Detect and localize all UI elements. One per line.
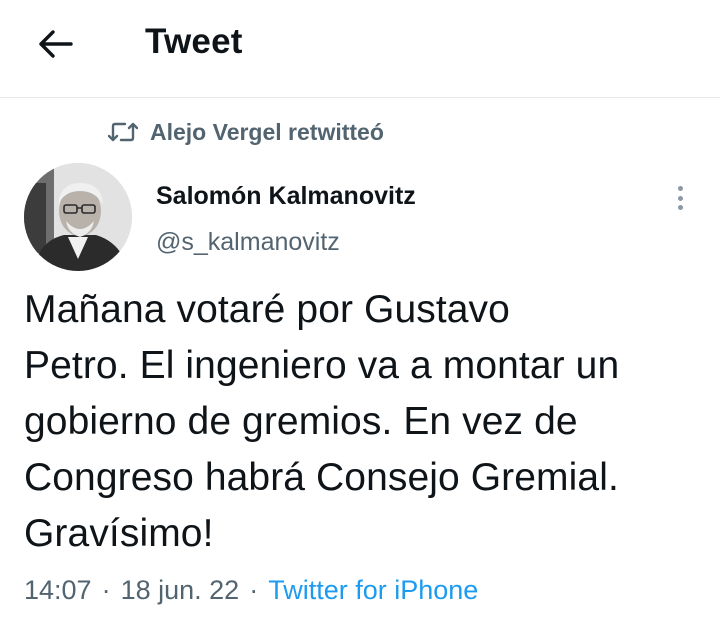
author-name[interactable]: Salomón Kalmanovitz	[156, 182, 416, 211]
retweet-label: Alejo Vergel retwitteó	[150, 118, 384, 145]
tweet-text: Mañana votaré por Gustavo Petro. El inge…	[24, 288, 620, 555]
meta-separator: ·	[101, 574, 111, 605]
arrow-left-icon	[39, 30, 73, 58]
more-dot-icon	[677, 186, 683, 191]
back-button[interactable]	[30, 22, 80, 66]
author-handle[interactable]: @s_kalmanovitz	[156, 228, 340, 257]
tweet-date[interactable]: 18 jun. 22	[121, 575, 240, 606]
retweet-icon	[108, 122, 138, 142]
tweet-metadata: 14:07 · 18 jun. 22 · Twitter for iPhone	[24, 570, 478, 610]
avatar-photo	[24, 163, 132, 271]
top-app-bar: Tweet	[0, 0, 720, 98]
more-dot-icon	[677, 195, 683, 201]
page-title: Tweet	[145, 22, 243, 61]
retweet-context[interactable]: Alejo Vergel retwitteó	[108, 116, 384, 148]
avatar[interactable]	[24, 163, 132, 271]
tweet-time[interactable]: 14:07	[24, 575, 92, 606]
more-options-button[interactable]	[668, 180, 692, 216]
tweet-source-link[interactable]: Twitter for iPhone	[268, 575, 478, 606]
meta-separator: ·	[249, 574, 259, 605]
more-dot-icon	[677, 205, 683, 210]
